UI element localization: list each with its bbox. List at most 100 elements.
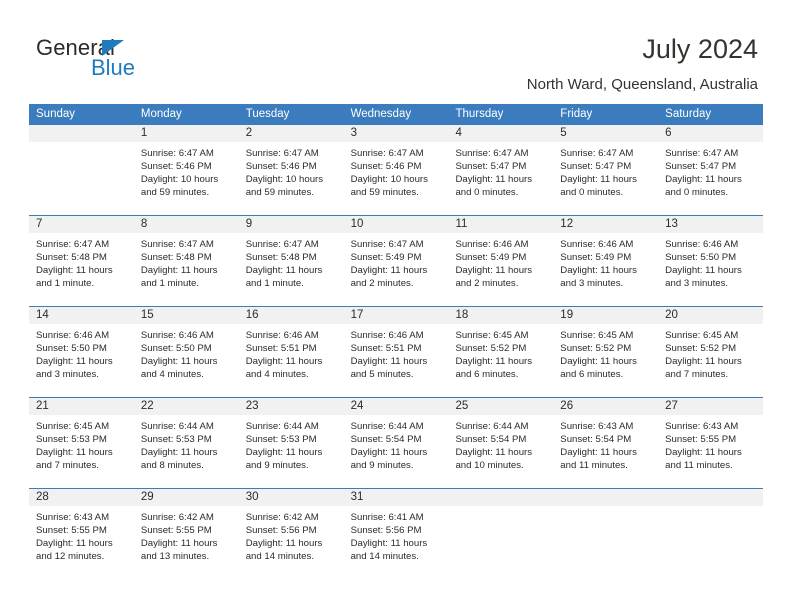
calendar-day-cell[interactable]: 1 Sunrise: 6:47 AM Sunset: 5:46 PM Daylight… [133, 125, 239, 215]
calendar-day-cell[interactable]: 10 Sunrise: 6:47 AM Sunset: 5:49 PM Dayligh… [343, 216, 449, 306]
calendar-day-cell[interactable]: 27 Sunrise: 6:43 AM Sunset: 5:55 PM Dayligh… [658, 398, 764, 488]
calendar-day-detail-line: Daylight: 11 hours [665, 173, 742, 185]
calendar-day-details: Sunrise: 6:46 AM Sunset: 5:50 PM Daylight:… [134, 324, 239, 390]
calendar-day-detail-line: Sunset: 5:49 PM [560, 251, 632, 263]
calendar-day-cell[interactable]: 7 Sunrise: 6:47 AM Sunset: 5:48 PM Daylight… [29, 216, 134, 306]
calendar-day-details: Sunrise: 6:47 AM Sunset: 5:47 PM Daylight:… [448, 142, 553, 208]
general-blue-logo[interactable]: General Blue [36, 36, 236, 88]
calendar-day-details: Sunrise: 6:45 AM Sunset: 5:53 PM Daylight:… [29, 415, 134, 481]
calendar-day-detail-line: Sunset: 5:51 PM [350, 342, 422, 354]
calendar-day-cell[interactable]: 22 Sunrise: 6:44 AM Sunset: 5:53 PM Dayligh… [133, 398, 239, 488]
calendar-day-cell[interactable]: 30 Sunrise: 6:42 AM Sunset: 5:56 PM Dayligh… [238, 489, 344, 579]
calendar-day-details: Sunrise: 6:43 AM Sunset: 5:55 PM Daylight:… [29, 506, 134, 572]
calendar-day-detail-line: Sunset: 5:47 PM [665, 160, 737, 172]
calendar-day-cell[interactable]: 20 Sunrise: 6:45 AM Sunset: 5:52 PM Dayligh… [658, 307, 764, 397]
calendar-day-detail-line: and 7 minutes. [36, 459, 99, 471]
calendar-day-detail-line: Daylight: 11 hours [455, 446, 533, 458]
calendar-day-cell[interactable]: 21 Sunrise: 6:45 AM Sunset: 5:53 PM Dayligh… [29, 398, 134, 488]
calendar-day-cell[interactable]: 5 Sunrise: 6:47 AM Sunset: 5:47 PM Daylight… [553, 125, 659, 215]
calendar-day-cell[interactable]: 13 Sunrise: 6:46 AM Sunset: 5:50 PM Dayligh… [658, 216, 764, 306]
calendar-day-cell[interactable]: 19 Sunrise: 6:45 AM Sunset: 5:52 PM Dayligh… [553, 307, 659, 397]
calendar-day-cell[interactable]: 12 Sunrise: 6:46 AM Sunset: 5:49 PM Dayligh… [553, 216, 659, 306]
calendar-day-detail-line: Sunset: 5:46 PM [140, 160, 212, 172]
calendar-week-cells: 1 Sunrise: 6:47 AM Sunset: 5:46 PM Daylight… [29, 125, 764, 215]
calendar-day-detail-line: and 59 minutes. [350, 186, 419, 198]
calendar-day-details: Sunrise: 6:46 AM Sunset: 5:49 PM Daylight:… [448, 233, 553, 299]
calendar-day-cell[interactable]: 15 Sunrise: 6:46 AM Sunset: 5:50 PM Dayligh… [133, 307, 239, 397]
calendar-week-cells: 28 Sunrise: 6:43 AM Sunset: 5:55 PM Dayligh… [29, 489, 764, 579]
calendar-day-cell[interactable]: 6 Sunrise: 6:47 AM Sunset: 5:47 PM Daylight… [658, 125, 764, 215]
calendar-day-number: 15 [133, 307, 239, 324]
calendar-day-detail-line: and 1 minute. [245, 277, 304, 289]
calendar-day-detail-line: Sunset: 5:54 PM [560, 433, 632, 445]
calendar-day-cell[interactable]: 29 Sunrise: 6:42 AM Sunset: 5:55 PM Dayligh… [133, 489, 239, 579]
calendar-day-details: Sunrise: 6:45 AM Sunset: 5:52 PM Daylight:… [448, 324, 553, 390]
calendar-day-number: 19 [553, 307, 659, 324]
calendar-day-cell[interactable]: 28 Sunrise: 6:43 AM Sunset: 5:55 PM Dayligh… [29, 489, 134, 579]
day-of-week-header-saturday: Saturday [665, 108, 712, 120]
calendar-day-cell[interactable]: 14 Sunrise: 6:46 AM Sunset: 5:50 PM Dayligh… [29, 307, 134, 397]
calendar-day-details: Sunrise: 6:46 AM Sunset: 5:50 PM Daylight:… [658, 233, 763, 299]
calendar-day-details [448, 506, 553, 520]
calendar-day-detail-line: Sunset: 5:48 PM [140, 251, 212, 263]
calendar-day-detail-line: Sunrise: 6:46 AM [665, 239, 739, 250]
calendar-day-cell[interactable]: 25 Sunrise: 6:44 AM Sunset: 5:54 PM Dayligh… [448, 398, 554, 488]
calendar-day-detail-line: Sunset: 5:52 PM [560, 342, 632, 354]
calendar-day-detail-line: Sunrise: 6:45 AM [560, 330, 634, 341]
calendar-day-detail-line: Daylight: 11 hours [140, 264, 218, 276]
calendar-day-detail-line: Daylight: 11 hours [665, 355, 742, 367]
calendar-day-details: Sunrise: 6:47 AM Sunset: 5:46 PM Daylight:… [344, 142, 449, 208]
calendar-day-number: 7 [29, 216, 134, 233]
calendar-empty-cell [553, 489, 659, 579]
calendar-empty-cell [29, 125, 134, 215]
calendar-day-detail-line: Sunrise: 6:44 AM [350, 421, 424, 432]
calendar-day-cell[interactable]: 2 Sunrise: 6:47 AM Sunset: 5:46 PM Daylight… [238, 125, 344, 215]
calendar-day-detail-line: and 2 minutes. [455, 277, 519, 289]
calendar-day-number: 22 [133, 398, 239, 415]
calendar-day-detail-line: Sunrise: 6:41 AM [350, 512, 424, 523]
calendar-day-detail-line: Sunrise: 6:43 AM [36, 512, 110, 523]
calendar-day-cell[interactable]: 4 Sunrise: 6:47 AM Sunset: 5:47 PM Daylight… [448, 125, 554, 215]
calendar-day-details: Sunrise: 6:41 AM Sunset: 5:56 PM Daylight:… [344, 506, 449, 572]
calendar-week-row: 7 Sunrise: 6:47 AM Sunset: 5:48 PM Daylight… [29, 215, 764, 306]
calendar-day-detail-line: Daylight: 11 hours [36, 264, 113, 276]
calendar-day-details: Sunrise: 6:46 AM Sunset: 5:51 PM Daylight:… [344, 324, 449, 390]
calendar-day-number: 16 [238, 307, 344, 324]
calendar-day-detail-line: Daylight: 11 hours [36, 355, 113, 367]
calendar-week-row: 28 Sunrise: 6:43 AM Sunset: 5:55 PM Dayligh… [29, 488, 764, 579]
calendar-day-cell[interactable]: 26 Sunrise: 6:43 AM Sunset: 5:54 PM Dayligh… [553, 398, 659, 488]
calendar-day-cell[interactable]: 17 Sunrise: 6:46 AM Sunset: 5:51 PM Dayligh… [343, 307, 449, 397]
calendar-day-cell[interactable]: 16 Sunrise: 6:46 AM Sunset: 5:51 PM Dayligh… [238, 307, 344, 397]
calendar-week-row: 1 Sunrise: 6:47 AM Sunset: 5:46 PM Daylight… [29, 125, 764, 215]
calendar-day-detail-line: Sunset: 5:54 PM [350, 433, 422, 445]
calendar-day-detail-line: Sunset: 5:47 PM [560, 160, 632, 172]
calendar-day-detail-line: and 9 minutes. [245, 459, 309, 471]
calendar-page: General Blue July 2024 North Ward, Queen… [0, 0, 792, 612]
calendar-day-cell[interactable]: 3 Sunrise: 6:47 AM Sunset: 5:46 PM Daylight… [343, 125, 449, 215]
calendar-day-detail-line: Sunset: 5:56 PM [350, 524, 422, 536]
calendar-day-cell[interactable]: 9 Sunrise: 6:47 AM Sunset: 5:48 PM Daylight… [238, 216, 344, 306]
calendar-day-cell[interactable]: 31 Sunrise: 6:41 AM Sunset: 5:56 PM Dayligh… [343, 489, 449, 579]
calendar-day-detail-line: Sunrise: 6:46 AM [245, 330, 319, 341]
calendar-day-detail-line: Daylight: 11 hours [140, 446, 218, 458]
calendar-day-detail-line: Sunrise: 6:47 AM [455, 148, 529, 159]
calendar-day-detail-line: and 59 minutes. [245, 186, 314, 198]
calendar-day-details: Sunrise: 6:47 AM Sunset: 5:47 PM Daylight:… [658, 142, 763, 208]
calendar-day-cell[interactable]: 8 Sunrise: 6:47 AM Sunset: 5:48 PM Daylight… [133, 216, 239, 306]
calendar-day-cell[interactable]: 18 Sunrise: 6:45 AM Sunset: 5:52 PM Dayligh… [448, 307, 554, 397]
calendar-day-detail-line: Sunrise: 6:43 AM [560, 421, 634, 432]
page-header: General Blue July 2024 North Ward, Queen… [0, 0, 792, 104]
calendar-day-details: Sunrise: 6:42 AM Sunset: 5:55 PM Daylight:… [134, 506, 239, 572]
calendar-day-number: 5 [553, 125, 659, 142]
calendar-day-details [29, 142, 134, 156]
calendar-day-cell[interactable]: 11 Sunrise: 6:46 AM Sunset: 5:49 PM Dayligh… [448, 216, 554, 306]
logo-text-blue: Blue [91, 55, 136, 80]
calendar-day-detail-line: Sunset: 5:53 PM [36, 433, 107, 445]
calendar-day-number: 20 [658, 307, 764, 324]
calendar-day-details: Sunrise: 6:46 AM Sunset: 5:49 PM Daylight:… [553, 233, 658, 299]
calendar-day-detail-line: Daylight: 10 hours [140, 173, 219, 185]
calendar-day-cell[interactable]: 23 Sunrise: 6:44 AM Sunset: 5:53 PM Dayligh… [238, 398, 344, 488]
calendar-day-detail-line: Sunset: 5:55 PM [140, 524, 212, 536]
calendar-day-detail-line: Daylight: 11 hours [350, 355, 428, 367]
calendar-day-cell[interactable]: 24 Sunrise: 6:44 AM Sunset: 5:54 PM Dayligh… [343, 398, 449, 488]
